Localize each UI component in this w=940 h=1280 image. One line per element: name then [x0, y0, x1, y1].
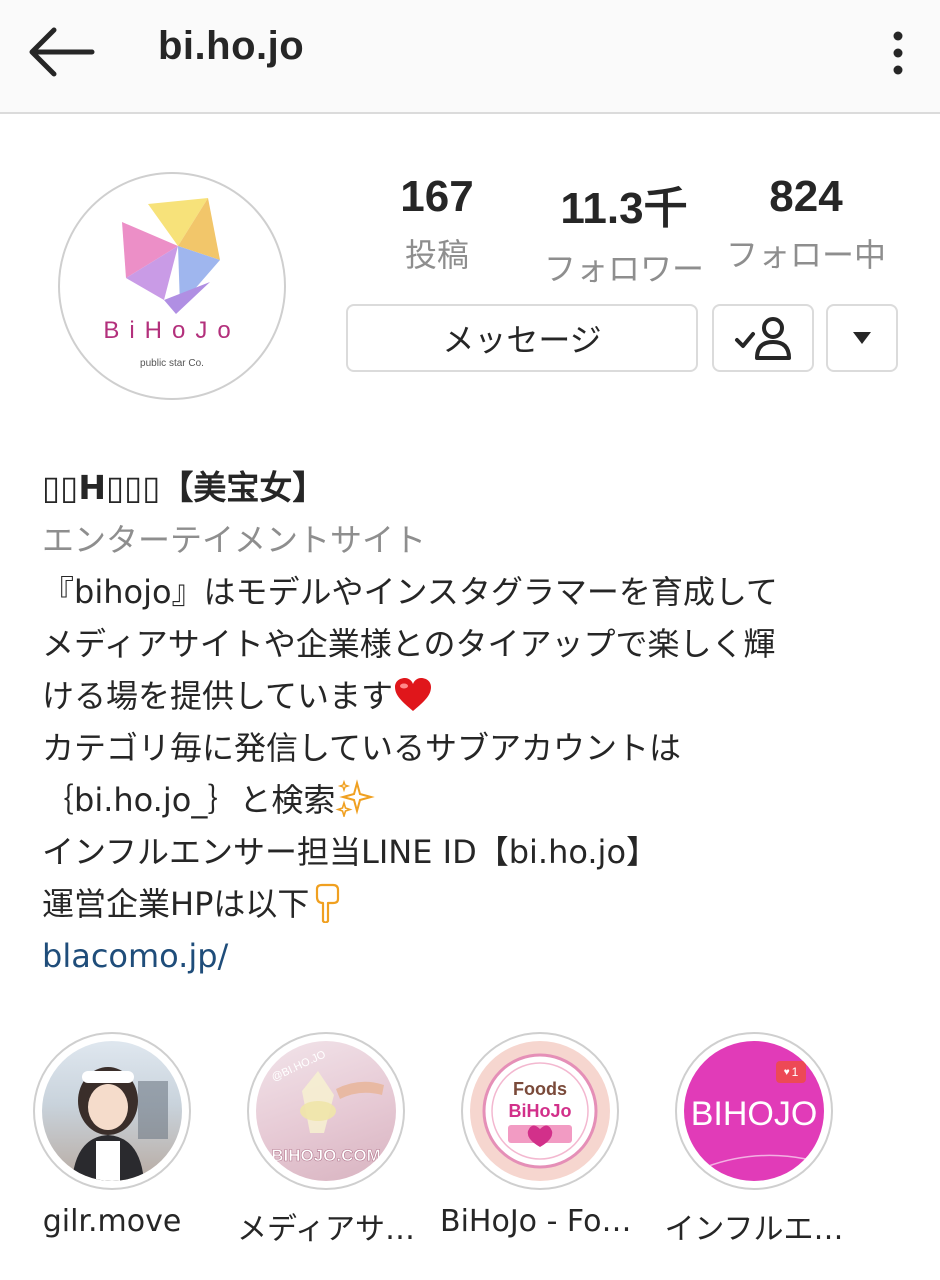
profile-avatar[interactable]: BiHoJo public star Co. [58, 172, 286, 400]
following-button[interactable] [712, 304, 814, 372]
pointing-down-hand-icon [316, 883, 340, 924]
foods-badge-icon: Foods BiHoJo [482, 1053, 598, 1169]
highlight-ring: Foods BiHoJo [461, 1032, 619, 1190]
bio-website-link[interactable]: blacomo.jp/ [42, 930, 922, 982]
svg-text:BIHOJO: BIHOJO [691, 1095, 818, 1133]
highlight-ring [33, 1032, 191, 1190]
highlight-cover-image: BIHOJO.COM @BI.HO.JO [256, 1041, 396, 1181]
stat-followers-label: フォロワー [543, 250, 704, 288]
profile-display-name: ▯▯H▯▯▯【美宝女】 [42, 468, 326, 507]
profile-bio: ▯▯H▯▯▯【美宝女】 エンターテイメントサイト 『bihojo』はモデルやイン… [42, 462, 922, 982]
highlight-gilr-move[interactable]: gilr.move [12, 1032, 212, 1239]
bio-line-4: カテゴリ毎に発信しているサブアカウントは [42, 729, 682, 767]
highlight-media-site[interactable]: BIHOJO.COM @BI.HO.JO メディアサ… [226, 1032, 426, 1248]
notification-badge: ♥ 1 [776, 1061, 806, 1083]
top-bar: bi.ho.jo [0, 0, 940, 114]
stat-posts-label: 投稿 [404, 236, 469, 274]
highlight-ring: BIHOJO.COM @BI.HO.JO [247, 1032, 405, 1190]
red-heart-icon [395, 678, 432, 711]
stat-posts-count: 167 [400, 172, 474, 221]
sparkles-icon [335, 779, 376, 819]
highlight-label: BiHoJo - Foo… [440, 1204, 640, 1239]
highlight-foods[interactable]: Foods BiHoJo BiHoJo - Foo… [440, 1032, 640, 1239]
girl-photo-icon [72, 1067, 168, 1181]
caret-down-icon [853, 332, 871, 344]
heart-small-icon: ♥ [783, 1066, 790, 1078]
highlight-cover-image: Foods BiHoJo [470, 1041, 610, 1181]
bio-line-7: 運営企業HPは以下 [42, 885, 310, 923]
svg-text:BIHOJO.COM: BIHOJO.COM [271, 1146, 381, 1165]
more-options-icon[interactable] [886, 28, 910, 78]
stat-followers-count: 11.3千 [560, 184, 688, 233]
stat-followers[interactable]: 11.3千 フォロワー [534, 172, 714, 290]
stat-following[interactable]: 824 フォロー中 [714, 172, 898, 276]
highlight-influencer[interactable]: BIHOJO ♥ 1 インフルエ… [654, 1032, 854, 1248]
svg-text:BiHoJo: BiHoJo [103, 317, 240, 344]
bio-line-5: ｛bi.ho.jo_｝と検索 [42, 781, 336, 819]
svg-text:BiHoJo: BiHoJo [509, 1101, 572, 1121]
bio-line-3-wrap: ける場を提供しています [42, 670, 922, 722]
highlight-cover-image: BIHOJO ♥ 1 [684, 1041, 824, 1181]
drink-photo-icon: BIHOJO.COM @BI.HO.JO [270, 1048, 384, 1165]
profile-username-title: bi.ho.jo [158, 24, 305, 68]
suggested-dropdown-button[interactable] [826, 304, 898, 372]
bihojo-logo-icon: BiHoJo public star Co. [103, 198, 240, 369]
notification-count: 1 [791, 1065, 799, 1079]
bio-line-2: メディアサイトや企業様とのタイアップで楽しく輝 [42, 625, 776, 663]
highlight-label: インフルエ… [664, 1212, 844, 1247]
stat-posts[interactable]: 167 投稿 [392, 172, 482, 276]
stat-following-label: フォロー中 [725, 236, 886, 274]
back-arrow-icon[interactable] [28, 26, 96, 78]
bio-line-5-wrap: ｛bi.ho.jo_｝と検索 [42, 774, 922, 826]
highlight-label: gilr.move [42, 1204, 182, 1239]
message-button[interactable]: メッセージ [346, 304, 698, 372]
bio-line-6: インフルエンサー担当LINE ID【bi.ho.jo】 [42, 833, 659, 871]
stat-following-count: 824 [769, 172, 843, 221]
highlight-label: メディアサ… [237, 1212, 415, 1247]
highlight-cover-image [42, 1041, 182, 1181]
profile-category: エンターテイメントサイト [42, 521, 427, 559]
following-check-person-icon [735, 317, 791, 360]
bio-line-7-wrap: 運営企業HPは以下 [42, 878, 922, 930]
svg-text:Foods: Foods [513, 1079, 567, 1099]
bio-line-3: ける場を提供しています [42, 677, 394, 715]
bio-line-1: 『bihojo』はモデルやインスタグラマーを育成して [42, 573, 778, 611]
svg-text:public star Co.: public star Co. [140, 358, 204, 369]
highlight-ring: BIHOJO ♥ 1 [675, 1032, 833, 1190]
